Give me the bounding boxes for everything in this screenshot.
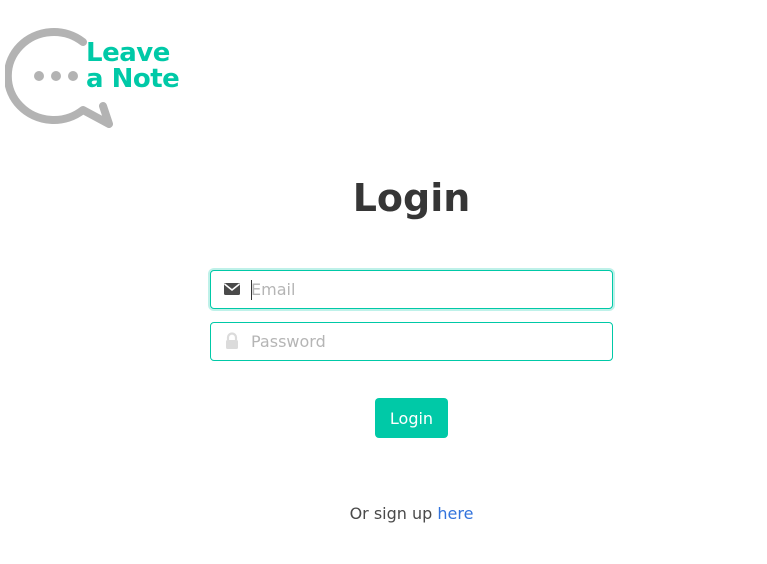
logo-text: Leave a Note bbox=[86, 38, 180, 94]
password-input[interactable] bbox=[251, 323, 606, 360]
dot-3 bbox=[68, 71, 78, 81]
lock-icon bbox=[223, 332, 241, 350]
signup-link[interactable]: here bbox=[437, 504, 473, 523]
logo-line-1: Leave bbox=[86, 38, 170, 68]
login-button[interactable]: Login bbox=[375, 398, 448, 438]
signup-prompt: Or sign up here bbox=[0, 504, 767, 523]
dot-1 bbox=[34, 71, 44, 81]
email-input[interactable] bbox=[251, 271, 606, 308]
email-field-container[interactable] bbox=[210, 270, 613, 309]
app-logo: Leave a Note bbox=[5, 22, 195, 128]
password-field-container[interactable] bbox=[210, 322, 613, 361]
envelope-icon bbox=[223, 280, 241, 298]
page-title: Login bbox=[352, 176, 471, 220]
logo-line-2: a Note bbox=[86, 64, 180, 94]
dot-2 bbox=[51, 71, 61, 81]
signup-text: Or sign up bbox=[349, 504, 433, 523]
